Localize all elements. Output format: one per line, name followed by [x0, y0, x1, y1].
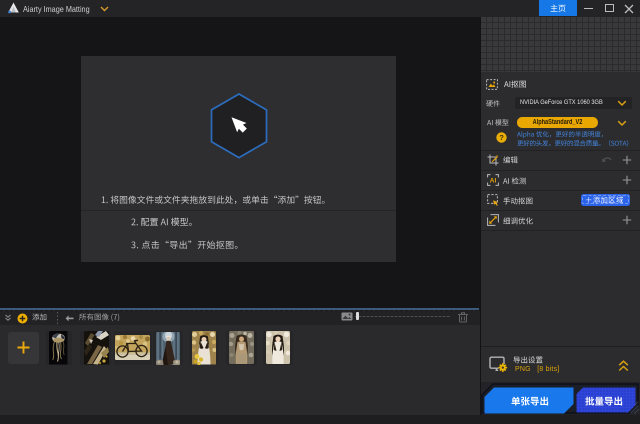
- svg-text:?: ?: [499, 133, 504, 142]
- svg-text:AI: AI: [489, 178, 496, 185]
